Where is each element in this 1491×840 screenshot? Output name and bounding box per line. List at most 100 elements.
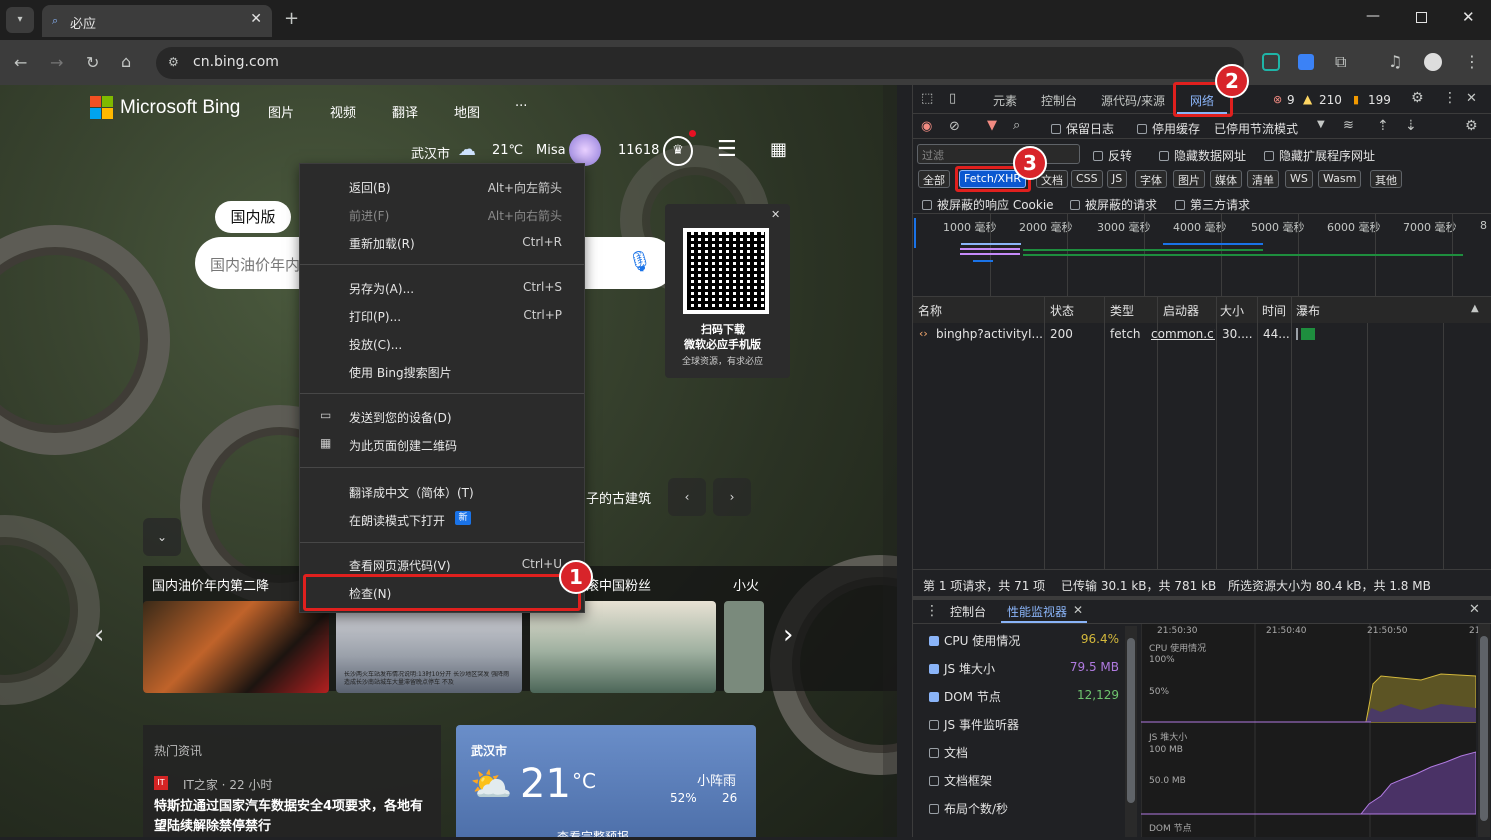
menu-send-device[interactable]: 发送到您的设备(D) [349, 409, 452, 426]
reload-icon[interactable]: ↻ [86, 53, 99, 72]
network-settings-icon[interactable]: ⚙ [1465, 118, 1478, 134]
rewards-trophy-icon[interactable]: ♛ [663, 136, 693, 166]
perf-metric-row[interactable]: JS 事件监听器 [929, 716, 1119, 734]
issues-count[interactable]: 199 [1368, 93, 1391, 107]
close-devtools-icon[interactable]: ✕ [1466, 91, 1477, 106]
perf-metric-row[interactable]: CPU 使用情况 96.4% [929, 632, 1119, 650]
close-tab-icon[interactable]: ✕ [250, 11, 262, 27]
user-name[interactable]: Misa [536, 143, 566, 158]
nav-maps[interactable]: 地图 [454, 102, 480, 121]
hamburger-menu-icon[interactable]: ☰ [717, 137, 737, 162]
menu-cast[interactable]: 投放(C)... [349, 336, 402, 353]
minimize-button[interactable]: — [1366, 8, 1380, 24]
card-title-4[interactable]: 小火 [733, 575, 759, 594]
tab-console[interactable]: 控制台 [1041, 92, 1077, 109]
carousel-prev-button[interactable]: ‹ [668, 478, 706, 516]
col-type[interactable]: 类型 [1110, 302, 1134, 319]
chip-ws[interactable]: WS [1285, 170, 1313, 188]
card-title-3[interactable]: 滚中国粉丝 [586, 575, 651, 594]
throttle-dropdown-icon[interactable]: ▼ [1317, 119, 1325, 130]
col-name[interactable]: 名称 [918, 302, 942, 319]
row-name[interactable]: binghp?activityI... [936, 327, 1043, 341]
close-window-button[interactable]: ✕ [1462, 8, 1475, 26]
menu-view-source[interactable]: 查看网页源代码(V) [349, 557, 451, 574]
menu-forward[interactable]: 前进(F) [349, 207, 389, 224]
chip-media[interactable]: 媒体 [1210, 170, 1242, 188]
card-image-1[interactable] [143, 601, 329, 693]
chip-css[interactable]: CSS [1071, 170, 1103, 188]
drawer-splitter[interactable] [913, 596, 1491, 600]
cards-prev-icon[interactable]: ‹ [94, 620, 104, 650]
card-image-3[interactable] [530, 601, 716, 693]
rewards-points[interactable]: 11618 [618, 143, 659, 158]
perf-list-scrollbar[interactable] [1125, 626, 1137, 837]
qr-code-icon[interactable]: ▦ [770, 139, 787, 160]
card-image-4[interactable] [724, 601, 764, 693]
card-image-2[interactable]: 长沙两火车站发布情况说明:13时10分开 长沙地区突发 强降雨 造成长沙南站城车… [336, 601, 522, 693]
table-row[interactable]: ‹› binghp?activityI... 200 fetch common.… [913, 323, 1491, 345]
user-avatar[interactable] [569, 134, 601, 166]
omnibox[interactable]: ⚙ cn.bing.com [156, 47, 1244, 79]
col-waterfall[interactable]: 瀑布 [1296, 302, 1320, 319]
perf-metric-checkbox[interactable] [929, 636, 939, 646]
drawer-menu-icon[interactable]: ⋮ [925, 603, 939, 619]
menu-back[interactable]: 返回(B) [349, 179, 391, 196]
perf-metric-checkbox[interactable] [929, 692, 939, 702]
chip-wasm[interactable]: Wasm [1318, 170, 1362, 188]
menu-kebab-icon[interactable]: ⋮ [1464, 52, 1480, 71]
new-tab-button[interactable]: + [284, 8, 299, 29]
nav-translate[interactable]: 翻译 [392, 102, 418, 121]
export-har-icon[interactable]: ⇣ [1405, 118, 1417, 134]
inspect-element-icon[interactable]: ⬚ [921, 91, 933, 106]
perf-metric-row[interactable]: DOM 节点 12,129 [929, 688, 1119, 706]
tab-elements[interactable]: 元素 [993, 92, 1017, 109]
search-icon[interactable]: ⌕ [1013, 118, 1020, 133]
settings-gear-icon[interactable]: ⚙ [1411, 90, 1424, 106]
card-title-1[interactable]: 国内油价年内第二降 [152, 575, 269, 594]
tab-search-button[interactable]: ▾ [6, 7, 34, 33]
perf-metric-row[interactable]: 布局个数/秒 [929, 800, 1119, 818]
home-icon[interactable]: ⌂ [121, 52, 131, 71]
region-tab-cn[interactable]: 国内版 [215, 201, 291, 233]
disable-cache-checkbox[interactable]: 停用缓存 [1137, 120, 1200, 137]
site-info-icon[interactable]: ⚙ [168, 55, 179, 69]
throttle-select[interactable]: 已停用节流模式 [1214, 120, 1298, 137]
cards-next-icon[interactable]: › [783, 620, 793, 650]
devtools-more-icon[interactable]: ⋮ [1443, 90, 1457, 106]
menu-save-as[interactable]: 另存为(A)... [349, 280, 414, 297]
hide-ext-checkbox[interactable]: 隐藏扩展程序网址 [1264, 147, 1375, 164]
carousel-next-button[interactable]: › [713, 478, 751, 516]
close-drawer-icon[interactable]: ✕ [1469, 602, 1480, 617]
filter-input[interactable]: 过滤 [917, 144, 1080, 164]
warning-count[interactable]: 210 [1319, 93, 1342, 107]
close-perf-tab-icon[interactable]: ✕ [1073, 603, 1083, 617]
menu-print[interactable]: 打印(P)... [349, 308, 401, 325]
import-har-icon[interactable]: ⇡ [1377, 118, 1389, 134]
carousel-label[interactable]: 子的古建筑 [586, 488, 651, 507]
chip-all[interactable]: 全部 [918, 170, 950, 188]
perf-chart-scrollbar[interactable] [1478, 624, 1490, 837]
filter-funnel-icon[interactable]: ▼ [987, 118, 997, 133]
perf-metric-row[interactable]: 文档框架 [929, 772, 1119, 790]
row-initiator[interactable]: common.c1 [1151, 327, 1215, 341]
active-tab[interactable]: ⌕ 必应 ✕ [42, 5, 272, 37]
perf-metric-checkbox[interactable] [929, 748, 939, 758]
sort-up-icon[interactable]: ▲ [1471, 303, 1479, 314]
menu-create-qr[interactable]: 为此页面创建二维码 [349, 437, 457, 454]
hide-data-checkbox[interactable]: 隐藏数据网址 [1159, 147, 1246, 164]
forward-icon[interactable]: → [50, 53, 63, 72]
col-initiator[interactable]: 启动器 [1163, 302, 1199, 319]
clear-icon[interactable]: ⊘ [949, 119, 960, 134]
network-overview[interactable]: 1000 毫秒 2000 毫秒 3000 毫秒 4000 毫秒 5000 毫秒 … [913, 214, 1491, 296]
page-scrollbar[interactable] [883, 85, 897, 837]
nav-more[interactable]: ··· [515, 99, 527, 114]
extensions-puzzle-icon[interactable]: ⧉ [1335, 52, 1346, 72]
nav-images[interactable]: 图片 [268, 102, 294, 121]
weather-link[interactable]: 查看完整预报 [557, 828, 629, 837]
col-time[interactable]: 时间 [1262, 302, 1286, 319]
nav-videos[interactable]: 视频 [330, 102, 356, 121]
close-qr-icon[interactable]: ✕ [771, 208, 780, 221]
menu-reload[interactable]: 重新加载(R) [349, 235, 415, 252]
chip-other[interactable]: 其他 [1370, 170, 1402, 188]
weather-card[interactable]: 武汉市 ⛅ 21 °C 小阵雨 52% 26 查看完整预报 [456, 725, 756, 837]
